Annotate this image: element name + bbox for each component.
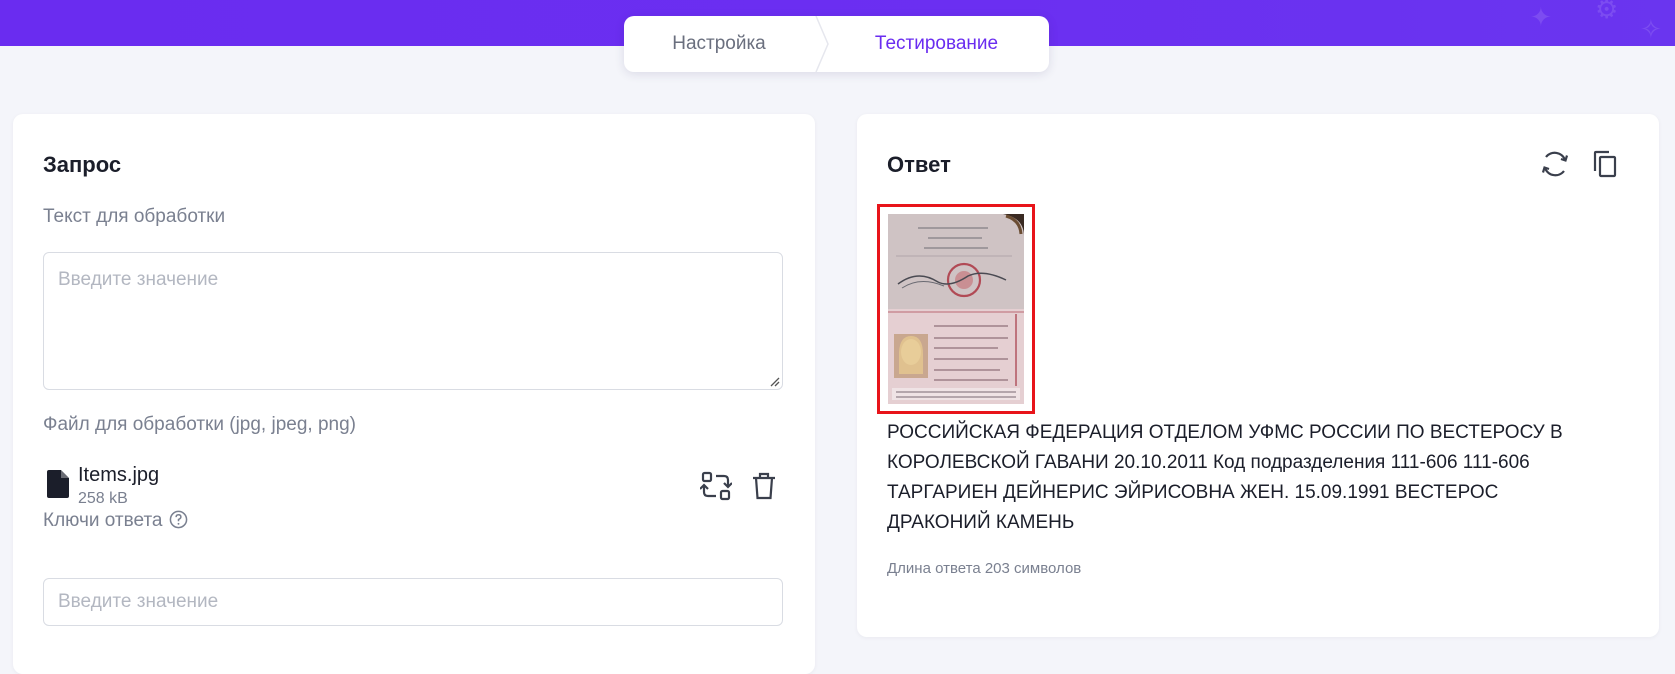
file-field-label: Файл для обработки (jpg, jpeg, png) — [43, 414, 356, 435]
keys-field-label: Ключи ответа — [43, 510, 188, 532]
text-input-area[interactable]: Введите значение — [43, 252, 783, 390]
step-settings-tab[interactable]: Настройка — [624, 16, 814, 72]
response-card: Ответ РОССИЙСКАЯ ФЕДЕРАЦИЯ ОТДЕЛОМ УФМС … — [857, 114, 1659, 637]
response-keys-input[interactable]: Введите значение — [43, 578, 783, 626]
uploaded-file-row: Items.jpg 258 kB — [43, 464, 788, 512]
text-field-label: Текст для обработки — [43, 206, 226, 227]
help-question-icon[interactable] — [169, 510, 188, 529]
copy-icon[interactable] — [1589, 148, 1621, 180]
passport-image — [888, 214, 1024, 404]
step-navigation: Настройка Тестирование — [624, 16, 1049, 72]
response-text: РОССИЙСКАЯ ФЕДЕРАЦИЯ ОТДЕЛОМ УФМС РОССИИ… — [887, 422, 1563, 533]
decorative-pattern-icon: ⚙ — [1595, 0, 1619, 24]
text-input-placeholder: Введите значение — [58, 269, 219, 290]
resize-grip-icon[interactable] — [770, 377, 780, 387]
response-length: Длина ответа 203 символов — [887, 560, 1082, 577]
processed-image-highlight[interactable] — [877, 204, 1035, 414]
delete-file-icon[interactable] — [748, 470, 780, 502]
file-size: 258 kB — [78, 490, 128, 507]
decorative-pattern-icon: ✧ — [1640, 14, 1662, 44]
file-name: Items.jpg — [78, 464, 160, 486]
keys-label-text: Ключи ответа — [43, 510, 163, 531]
refresh-icon[interactable] — [1539, 148, 1571, 180]
keys-input-placeholder: Введите значение — [58, 591, 219, 612]
file-icon — [47, 470, 69, 498]
replace-file-icon[interactable] — [700, 470, 732, 502]
decorative-pattern-icon: ✦ — [1530, 2, 1552, 32]
request-card: Запрос Текст для обработки Введите значе… — [13, 114, 815, 674]
response-title: Ответ — [887, 152, 951, 177]
step-testing-tab[interactable]: Тестирование — [824, 16, 1049, 72]
request-title: Запрос — [43, 152, 122, 177]
